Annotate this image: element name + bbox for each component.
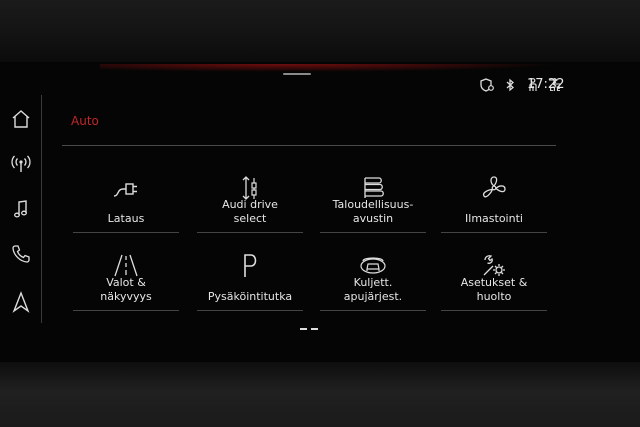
sidebar-item-radio[interactable]: [7, 150, 35, 178]
tile-label: Ilmastointi: [465, 212, 523, 225]
page-indicator[interactable]: [300, 328, 318, 330]
sidebar: [0, 95, 42, 325]
music-icon: [14, 200, 27, 218]
clock-time: 17:22: [527, 77, 565, 92]
sidebar-divider: [41, 95, 42, 323]
tile-valot-nakyvyys[interactable]: Valot & näkyvyys: [73, 248, 179, 311]
home-icon: [12, 110, 30, 128]
tile-taloudellisuusavustin[interactable]: Taloudellisuus- avustin: [320, 170, 426, 233]
tile-label: Lataus: [107, 212, 145, 225]
tile-label: Audi drive select: [222, 198, 278, 225]
parking-icon: [244, 254, 257, 277]
navigation-icon: [12, 291, 30, 313]
bottom-bezel: [0, 362, 640, 427]
tile-label: Asetukset & huolto: [460, 276, 528, 303]
phone-icon: [12, 245, 30, 263]
page-title: Auto: [71, 114, 99, 128]
pull-down-handle[interactable]: [283, 73, 311, 75]
ambient-red-glow: [100, 64, 560, 72]
tile-label: Pysäköintitutka: [207, 290, 293, 303]
tile-ilmastointi[interactable]: Ilmastointi: [441, 170, 547, 233]
sidebar-item-home[interactable]: [7, 105, 35, 133]
tile-label: Kuljett. apujärjest.: [343, 276, 403, 303]
top-bezel: [0, 0, 640, 62]
radio-icon: [11, 155, 31, 172]
tile-label: Valot & näkyvyys: [100, 276, 152, 303]
tile-lataus[interactable]: Lataus: [73, 170, 179, 233]
tile-audi-drive-select[interactable]: Audi drive select: [197, 170, 303, 233]
charging-plug-icon: [113, 183, 137, 197]
title-divider: [62, 145, 556, 146]
sidebar-item-music[interactable]: [7, 195, 35, 223]
tile-kuljett-apujarjest[interactable]: Kuljett. apujärjest.: [320, 248, 426, 311]
location-shield-icon: [480, 78, 494, 92]
tile-label: Taloudellisuus- avustin: [332, 198, 414, 225]
sidebar-item-navigation[interactable]: [7, 288, 35, 316]
page-dot-active: [300, 328, 307, 330]
sidebar-item-phone[interactable]: [7, 240, 35, 268]
tile-asetukset-huolto[interactable]: Asetukset & huolto: [441, 248, 547, 311]
tile-pysakointitutka[interactable]: Pysäköintitutka: [197, 248, 303, 311]
fan-icon: [482, 176, 506, 198]
bluetooth-icon: [506, 78, 514, 92]
page-dot: [311, 328, 318, 330]
